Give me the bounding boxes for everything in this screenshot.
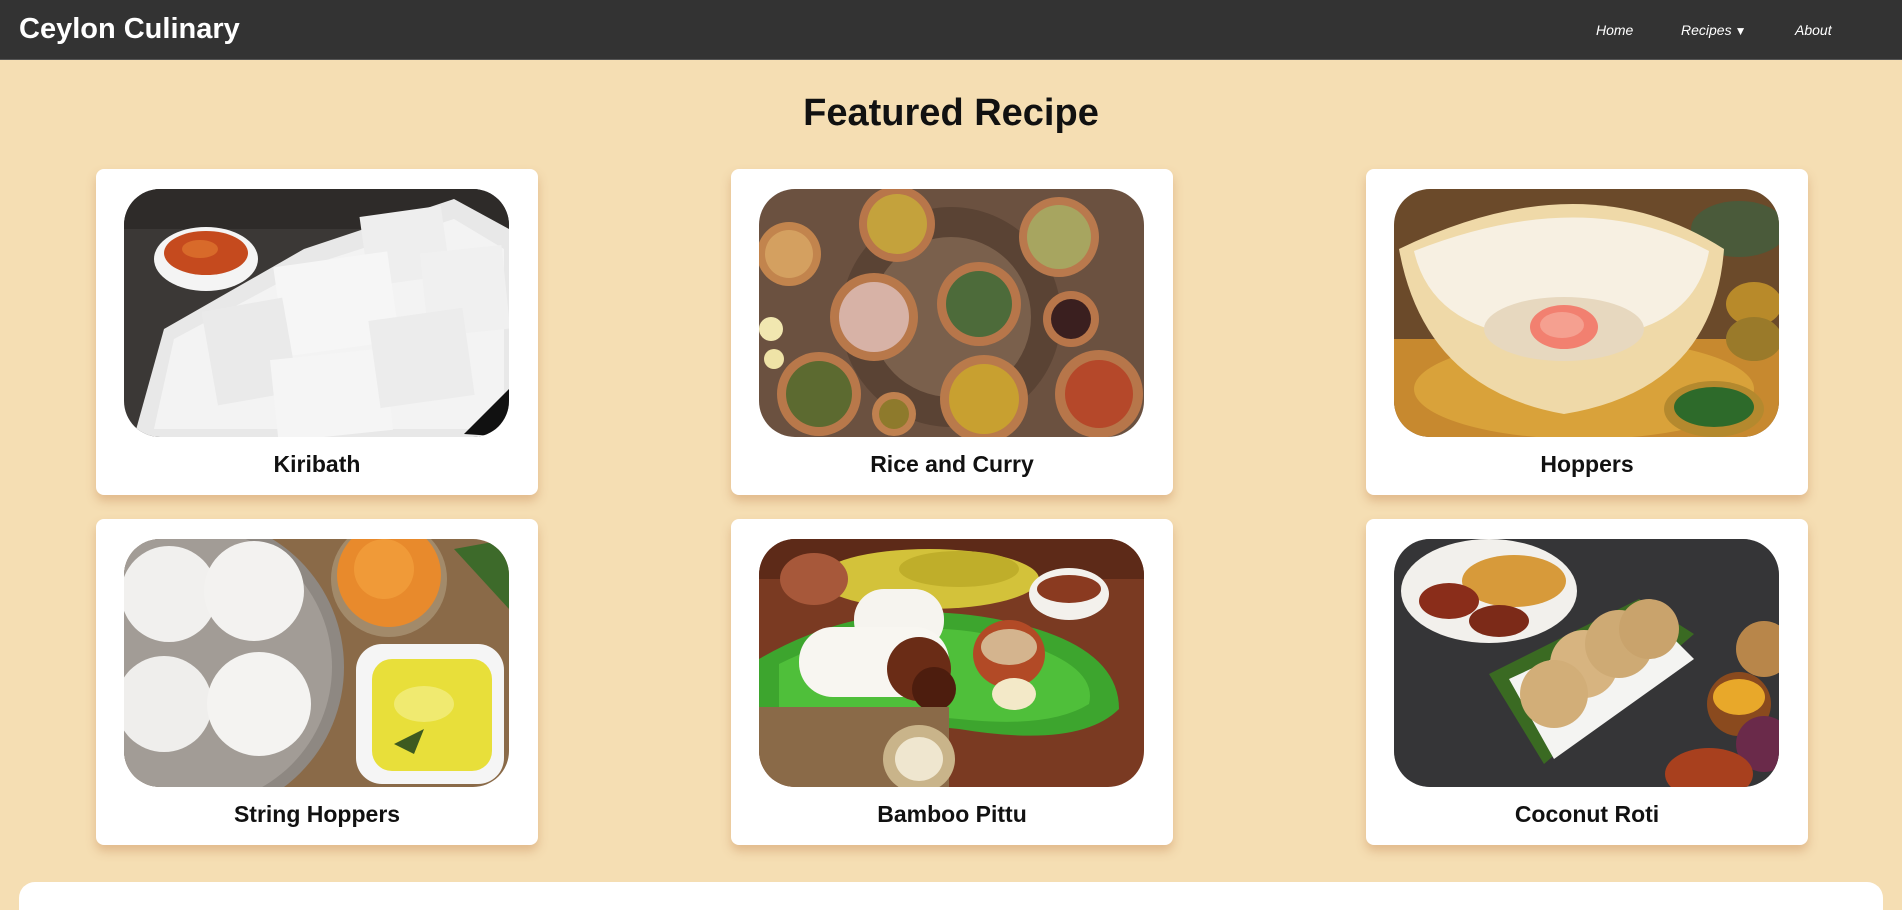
- recipe-image-kiribath[interactable]: [124, 189, 509, 437]
- recipe-title[interactable]: Kiribath: [96, 451, 538, 478]
- recipe-card-rice-and-curry[interactable]: Rice and Curry: [731, 169, 1173, 495]
- recipe-card-hoppers[interactable]: Hoppers: [1366, 169, 1808, 495]
- nav-recipes-label: Recipes: [1681, 22, 1732, 38]
- recipe-title[interactable]: Coconut Roti: [1366, 801, 1808, 828]
- kiribath-photo: [124, 189, 509, 437]
- recipe-image-coconut-roti[interactable]: [1394, 539, 1779, 787]
- recipe-card-coconut-roti[interactable]: Coconut Roti: [1366, 519, 1808, 845]
- recipe-image-string-hoppers[interactable]: [124, 539, 509, 787]
- recipe-card-bamboo-pittu[interactable]: Bamboo Pittu: [731, 519, 1173, 845]
- nav-about-link[interactable]: About: [1795, 22, 1832, 38]
- recipe-card-kiribath[interactable]: Kiribath: [96, 169, 538, 495]
- coconut-roti-photo: [1394, 539, 1779, 787]
- recipe-image-rice-and-curry[interactable]: [759, 189, 1144, 437]
- brand-logo-text[interactable]: Ceylon Culinary: [19, 13, 240, 46]
- recipe-title[interactable]: Rice and Curry: [731, 451, 1173, 478]
- recipe-title[interactable]: String Hoppers: [96, 801, 538, 828]
- chevron-down-icon: ▼: [1734, 24, 1747, 38]
- recipe-image-hoppers[interactable]: [1394, 189, 1779, 437]
- string-hoppers-photo: [124, 539, 509, 787]
- nav-recipes-dropdown[interactable]: Recipes ▼: [1681, 22, 1746, 38]
- rice-and-curry-photo: [759, 189, 1144, 437]
- bottom-content-panel: [19, 882, 1883, 910]
- recipe-title[interactable]: Bamboo Pittu: [731, 801, 1173, 828]
- recipe-title[interactable]: Hoppers: [1366, 451, 1808, 478]
- nav-home-link[interactable]: Home: [1596, 22, 1633, 38]
- recipe-image-bamboo-pittu[interactable]: [759, 539, 1144, 787]
- page-title: Featured Recipe: [803, 92, 1099, 134]
- top-navbar: Ceylon Culinary Home Recipes ▼ About: [0, 0, 1902, 60]
- bamboo-pittu-photo: [759, 539, 1144, 787]
- recipe-card-string-hoppers[interactable]: String Hoppers: [96, 519, 538, 845]
- hoppers-photo: [1394, 189, 1779, 437]
